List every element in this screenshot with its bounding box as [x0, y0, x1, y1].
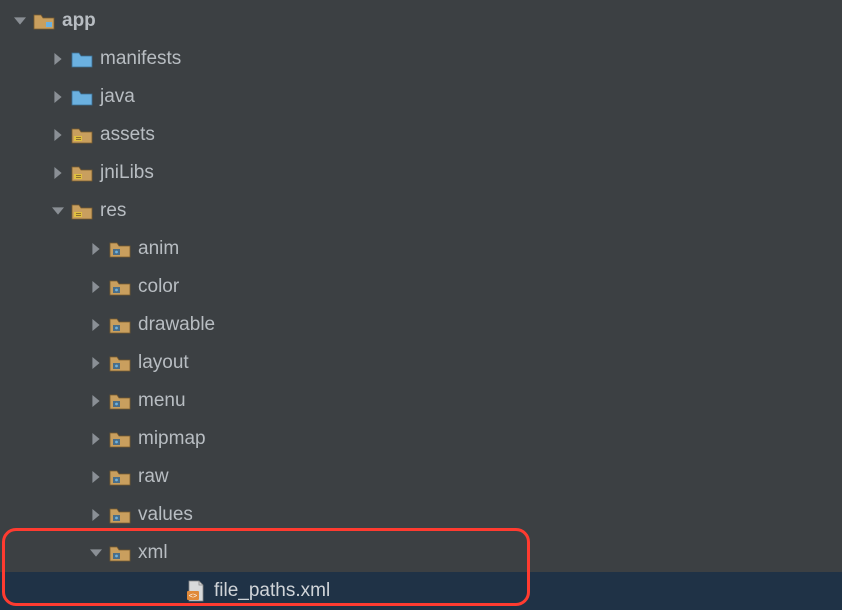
tree-row-mipmap[interactable]: mipmap	[0, 420, 842, 458]
tree-row-res[interactable]: res	[0, 192, 842, 230]
tree-row-jniLibs[interactable]: jniLibs	[0, 154, 842, 192]
folder-plain-icon	[70, 49, 94, 69]
chevron-right-icon[interactable]	[84, 509, 108, 521]
folder-res-icon	[108, 315, 132, 335]
tree-row-xml[interactable]: xml	[0, 534, 842, 572]
tree-item-label: drawable	[138, 314, 215, 336]
chevron-right-icon[interactable]	[84, 281, 108, 293]
tree-item-label: app	[62, 10, 96, 32]
chevron-right-icon[interactable]	[46, 129, 70, 141]
chevron-right-icon[interactable]	[84, 243, 108, 255]
tree-item-label: file_paths.xml	[214, 580, 330, 602]
module-folder-icon	[32, 11, 56, 31]
chevron-right-icon[interactable]	[84, 319, 108, 331]
folder-res-icon	[108, 353, 132, 373]
tree-item-label: color	[138, 276, 179, 298]
tree-row-file-paths-xml[interactable]: <> file_paths.xml	[0, 572, 842, 610]
tree-item-label: jniLibs	[100, 162, 154, 184]
tree-row-menu[interactable]: menu	[0, 382, 842, 420]
tree-row-java[interactable]: java	[0, 78, 842, 116]
folder-special-icon	[70, 201, 94, 221]
chevron-right-icon[interactable]	[46, 91, 70, 103]
folder-plain-icon	[70, 87, 94, 107]
chevron-right-icon[interactable]	[84, 395, 108, 407]
file-xml-icon: <>	[184, 581, 208, 601]
chevron-right-icon[interactable]	[46, 167, 70, 179]
tree-row-drawable[interactable]: drawable	[0, 306, 842, 344]
folder-res-icon	[108, 277, 132, 297]
folder-res-icon	[108, 239, 132, 259]
tree-row-color[interactable]: color	[0, 268, 842, 306]
folder-res-icon	[108, 467, 132, 487]
no-arrow	[160, 585, 184, 597]
tree-item-label: mipmap	[138, 428, 206, 450]
tree-row-app[interactable]: app	[0, 2, 842, 40]
chevron-right-icon[interactable]	[46, 53, 70, 65]
tree-row-manifests[interactable]: manifests	[0, 40, 842, 78]
folder-special-icon	[70, 163, 94, 183]
tree-item-label: manifests	[100, 48, 181, 70]
tree-item-label: assets	[100, 124, 155, 146]
tree-row-values[interactable]: values	[0, 496, 842, 534]
tree-item-label: values	[138, 504, 193, 526]
folder-res-icon	[108, 429, 132, 449]
chevron-down-icon[interactable]	[8, 15, 32, 27]
tree-item-label: raw	[138, 466, 169, 488]
tree-item-label: xml	[138, 542, 168, 564]
svg-text:<>: <>	[189, 593, 197, 600]
tree-item-label: menu	[138, 390, 186, 412]
folder-special-icon	[70, 125, 94, 145]
tree-item-label: anim	[138, 238, 179, 260]
tree-row-layout[interactable]: layout	[0, 344, 842, 382]
chevron-down-icon[interactable]	[84, 547, 108, 559]
project-tree: appmanifests java assets jniLibs resanim colo…	[0, 0, 842, 610]
tree-item-label: res	[100, 200, 126, 222]
chevron-down-icon[interactable]	[46, 205, 70, 217]
chevron-right-icon[interactable]	[84, 433, 108, 445]
folder-res-icon	[108, 391, 132, 411]
tree-item-label: layout	[138, 352, 189, 374]
tree-row-assets[interactable]: assets	[0, 116, 842, 154]
chevron-right-icon[interactable]	[84, 357, 108, 369]
folder-res-icon	[108, 505, 132, 525]
folder-res-icon	[108, 543, 132, 563]
tree-row-anim[interactable]: anim	[0, 230, 842, 268]
tree-item-label: java	[100, 86, 135, 108]
tree-row-raw[interactable]: raw	[0, 458, 842, 496]
chevron-right-icon[interactable]	[84, 471, 108, 483]
